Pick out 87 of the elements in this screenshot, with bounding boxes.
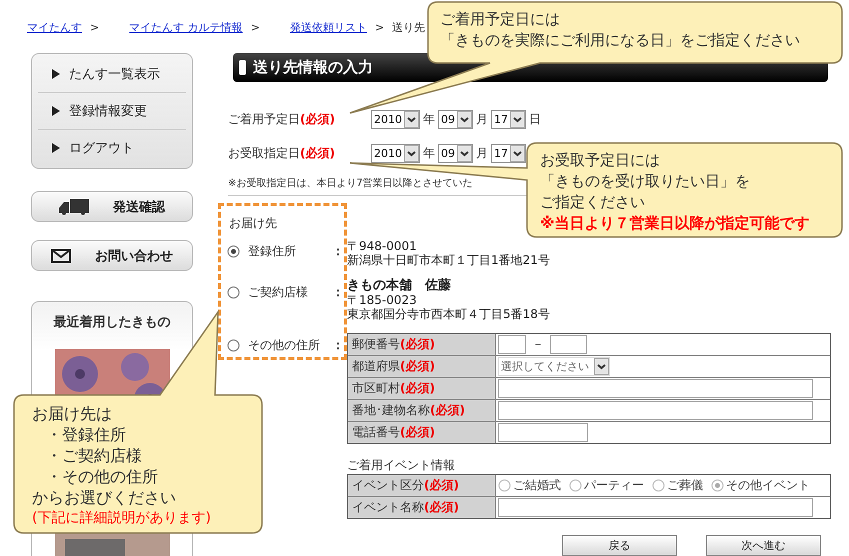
option-label[interactable]: その他イベント [726,477,810,494]
unit-label: 月 [476,144,488,162]
radio-button[interactable] [711,479,724,492]
breadcrumb-link[interactable]: マイたんす [27,20,82,34]
triangle-icon [52,106,60,116]
triangle-icon [52,69,60,79]
radio-button[interactable] [569,479,582,492]
callout-text: ※当日より７営業日以降が指定可能です [540,213,810,234]
sidebar-button[interactable]: 発送確認 [31,191,193,222]
form-button[interactable]: 戻る [562,535,677,556]
option-label[interactable]: ご葬儀 [667,477,703,494]
option-label: ご契約店様 [248,284,309,301]
radio-button[interactable] [652,479,665,492]
address-line: 〒948-0001 [347,239,417,253]
callout-text: 「きものを受け取りたい日」を [540,171,751,192]
callout-text: お届け先は [32,403,113,424]
unit-label: 年 [423,144,435,162]
option-label: その他の住所 [248,337,321,354]
address-line: 東京都国分寺市西本町４丁目5番18号 [347,307,550,321]
truck-icon [59,198,89,214]
callout-text: ご着用予定日には [440,9,561,30]
option-label: 登録住所 [248,243,297,260]
marker-icon [239,60,246,75]
month-select[interactable]: 09 [438,110,473,128]
prefecture-select[interactable]: 選択してください [498,357,610,376]
field-label: 都道府県(必須) [348,356,496,377]
breadcrumb-separator: > [374,20,384,34]
input-field[interactable] [498,423,588,442]
breadcrumb-separator: > [250,20,260,34]
input-field[interactable] [498,498,813,517]
day-select[interactable]: 17 [491,144,526,162]
option-label[interactable]: ご結婚式 [513,477,561,494]
unit-label: 年 [423,110,435,128]
breadcrumb-current: 送り先 [392,20,426,34]
address-line: 〒185-0023 [347,293,417,307]
colon: ： [332,284,344,301]
input-field[interactable] [498,335,526,354]
field-label: お受取指定日(必須) [228,144,336,162]
dash: － [532,336,544,353]
panel-title: 最近着用したきもの [52,314,172,332]
field-label: 電話番号(必須) [348,422,496,443]
unit-label: 日 [529,110,541,128]
breadcrumb-link[interactable]: 発送依頼リスト [290,20,367,34]
radio-button[interactable] [227,339,240,352]
field-label: イベント名称(必須) [348,497,496,518]
callout-text: からお選びください [32,487,177,508]
field-label: ご着用予定日(必須) [228,110,336,128]
form-button[interactable]: 次へ進む [706,535,821,556]
field-label: 郵便番号(必須) [348,334,496,355]
triangle-icon [52,143,60,153]
radio-button[interactable] [498,479,511,492]
callout-text: ・登録住所 [45,424,127,445]
envelope-icon [51,248,71,262]
section-label: ご着用イベント情報 [347,457,456,474]
field-label: 番地･建物名称(必須) [348,400,496,421]
year-select[interactable]: 2010 [371,110,420,128]
month-select[interactable]: 09 [438,144,473,162]
field-label: イベント区分(必須) [348,475,496,496]
callout-text: ・ご契約店様 [45,445,143,466]
callout-text: ・その他の住所 [45,466,159,487]
year-select[interactable]: 2010 [371,144,420,162]
option-label[interactable]: パーティー [584,477,644,494]
radio-button[interactable] [227,245,240,258]
callout-text: ご指定ください [540,192,646,213]
address-line: 新潟県十日町市本町１丁目1番地21号 [347,253,550,267]
menu-item[interactable]: たんす一覧表示 [38,56,186,93]
field-label: 市区町村(必須) [348,378,496,399]
colon: ： [332,243,344,260]
callout-text: 「きものを実際にご利用になる日」をご指定ください [440,30,800,51]
callout-text: (下記に詳細説明があります) [32,509,211,528]
note-text: ※お受取指定日は、本日より7営業日以降とさせていた [228,176,473,190]
input-field[interactable] [498,401,813,420]
callout-text: お受取予定日には [540,150,661,171]
menu-item[interactable]: 登録情報変更 [38,93,186,130]
day-select[interactable]: 17 [491,110,526,128]
radio-button[interactable] [227,286,240,299]
sidebar-button[interactable]: お問い合わせ [31,240,193,271]
input-field[interactable] [550,335,587,354]
shop-name: きもの本舗 佐藤 [347,279,451,293]
breadcrumb-separator: > [90,20,100,34]
menu-item[interactable]: ログアウト [38,130,186,166]
section-label: お届け先 [229,215,278,232]
colon: ： [332,337,344,354]
input-field[interactable] [498,379,813,398]
breadcrumb-link[interactable]: マイたんす カルテ情報 [129,20,243,34]
section-title: 送り先情報の入力 [253,58,373,77]
unit-label: 月 [476,110,488,128]
